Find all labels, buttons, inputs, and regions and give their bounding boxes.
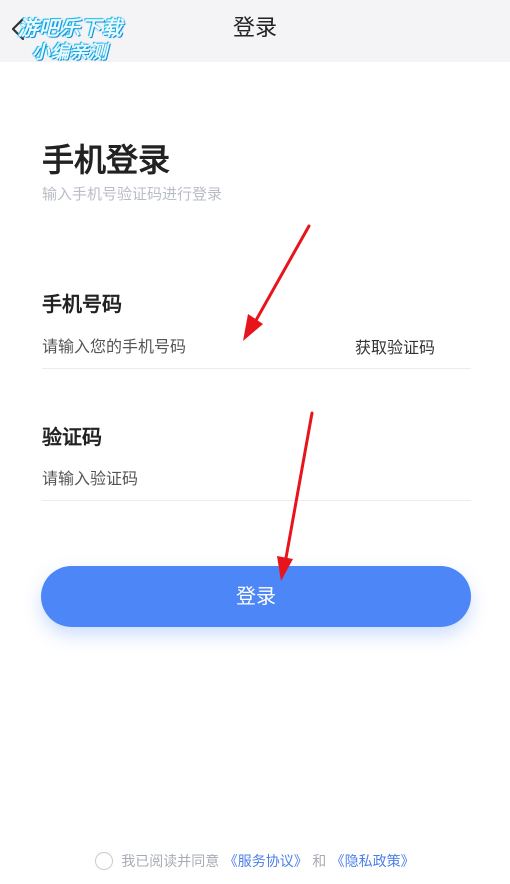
login-heading: 手机登录 — [42, 141, 171, 179]
phone-input-row: 获取验证码 — [42, 324, 471, 369]
login-subtitle: 输入手机号验证码进行登录 — [42, 185, 223, 203]
watermark-line-2: 小编亲测 — [32, 42, 108, 63]
agreement-prefix: 我已阅读并同意 — [121, 854, 220, 870]
phone-label: 手机号码 — [42, 292, 122, 316]
watermark-line-1: 游吧乐下载 — [18, 16, 123, 40]
watermark-logo: 游吧乐下载 小编亲测 — [12, 10, 152, 66]
agreement-row: 我已阅读并同意 《服务协议》 和 《隐私政策》 — [0, 850, 510, 874]
get-code-button[interactable]: 获取验证码 — [355, 334, 435, 358]
code-input-row — [42, 456, 471, 501]
code-label: 验证码 — [42, 425, 102, 449]
agreement-and: 和 — [312, 854, 327, 870]
privacy-policy-link[interactable]: 《隐私政策》 — [331, 854, 415, 870]
service-agreement-link[interactable]: 《服务协议》 — [224, 854, 308, 870]
login-button[interactable]: 登录 — [41, 566, 471, 627]
code-input[interactable] — [42, 462, 332, 494]
header-bar: 登录 游吧乐下载 小编亲测 — [0, 0, 510, 63]
phone-input[interactable] — [42, 330, 332, 362]
agree-checkbox[interactable] — [95, 851, 114, 870]
